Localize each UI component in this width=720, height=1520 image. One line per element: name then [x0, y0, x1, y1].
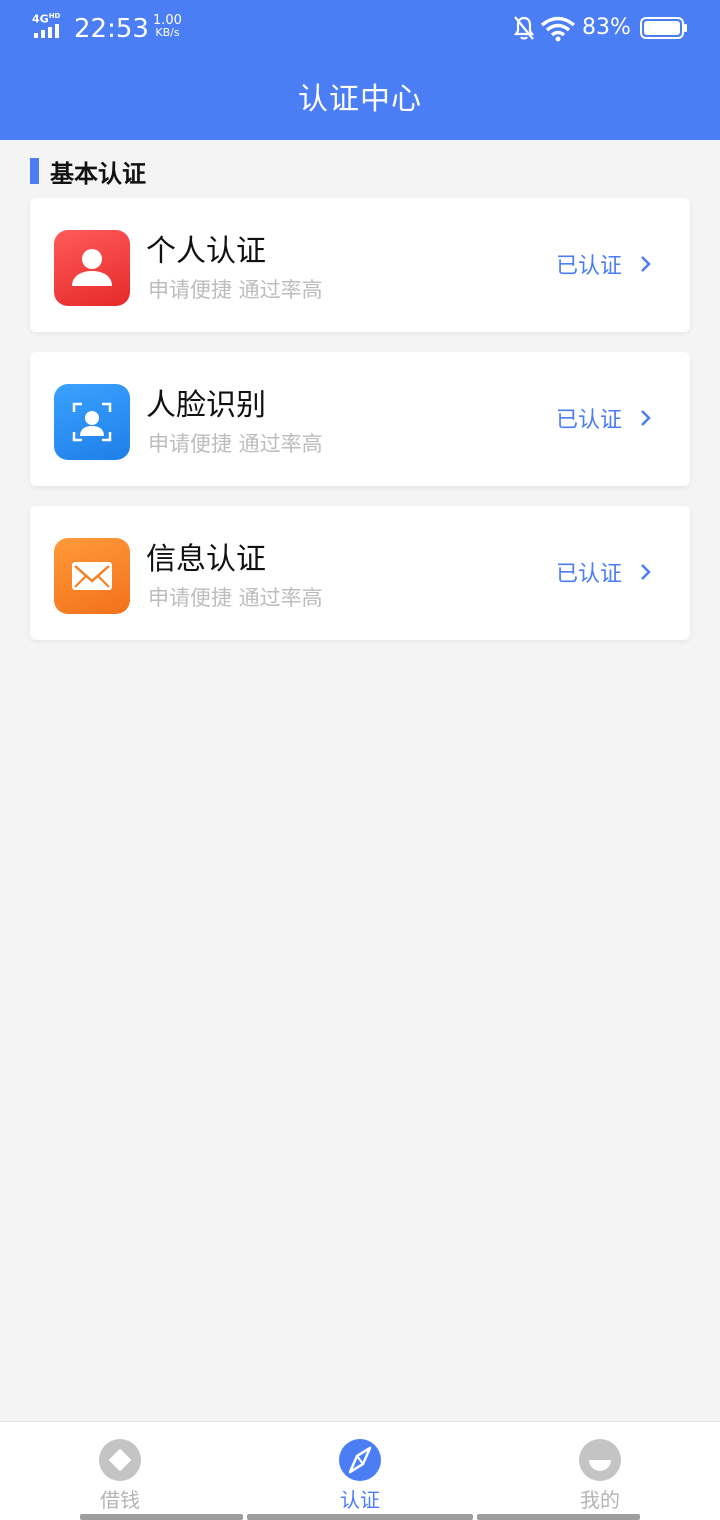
card-subtitle: 申请便捷 通过率高 [148, 278, 323, 302]
chevron-right-icon [641, 410, 651, 426]
bottom-tab-bar: 借钱 认证 我的 [0, 1421, 720, 1520]
section-title: 基本认证 [50, 159, 146, 188]
chevron-right-icon [641, 256, 651, 272]
card-title: 个人认证 [146, 234, 266, 269]
card-status: 已认证 [556, 408, 623, 433]
card-info-auth[interactable]: 信息认证 申请便捷 通过率高 已认证 [30, 506, 690, 640]
tab-label: 认证 [340, 1488, 380, 1512]
tab-underline [247, 1514, 473, 1520]
tab-label: 我的 [580, 1488, 620, 1512]
tab-borrow[interactable]: 借钱 [0, 1422, 240, 1520]
card-title: 信息认证 [146, 542, 266, 577]
profile-icon [579, 1439, 621, 1481]
card-status: 已认证 [556, 254, 623, 279]
card-face-recognition[interactable]: 人脸识别 申请便捷 通过率高 已认证 [30, 352, 690, 486]
envelope-icon [54, 538, 130, 614]
app-header: 4GHD 22:53 1.00 KB/s 83% 认证中心 [0, 0, 720, 140]
bell-off-icon [513, 16, 535, 40]
card-subtitle: 申请便捷 通过率高 [148, 586, 323, 610]
page-title: 认证中心 [298, 82, 422, 117]
wifi-icon [540, 16, 576, 42]
tab-auth[interactable]: 认证 [240, 1422, 480, 1520]
battery-percent: 83% [582, 15, 631, 40]
card-subtitle: 申请便捷 通过率高 [148, 432, 323, 456]
compass-icon [339, 1439, 381, 1481]
signal-icon [34, 24, 59, 38]
diamond-icon [99, 1439, 141, 1481]
chevron-right-icon [641, 564, 651, 580]
battery-icon [640, 17, 687, 39]
card-status: 已认证 [556, 562, 623, 587]
tab-underline [477, 1514, 640, 1520]
section-header: 基本认证 [30, 156, 146, 188]
status-bar: 4GHD 22:53 1.00 KB/s 83% [0, 0, 720, 56]
person-icon [54, 230, 130, 306]
network-speed: 1.00 KB/s [153, 13, 182, 39]
status-time: 22:53 [74, 14, 149, 44]
section-accent-bar [30, 158, 39, 184]
tab-label: 借钱 [100, 1488, 140, 1512]
card-personal-auth[interactable]: 个人认证 申请便捷 通过率高 已认证 [30, 198, 690, 332]
tab-mine[interactable]: 我的 [480, 1422, 720, 1520]
tab-underline [80, 1514, 243, 1520]
face-scan-icon [54, 384, 130, 460]
card-title: 人脸识别 [146, 388, 266, 423]
